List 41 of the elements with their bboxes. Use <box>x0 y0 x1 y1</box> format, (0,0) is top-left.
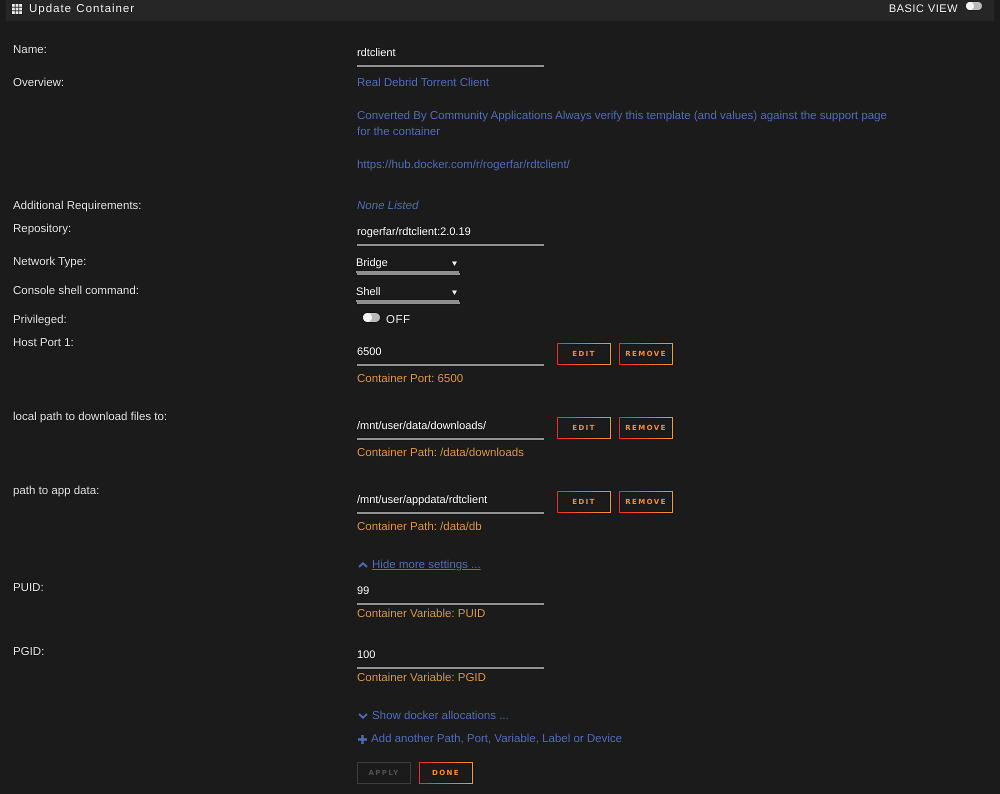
field-label: local path to download files to: <box>13 410 168 424</box>
text-input[interactable]: rogerfar/rdtclient:2.0.19 <box>357 222 544 246</box>
field-label: Host Port 1: <box>13 336 74 350</box>
chevron-up-icon <box>358 562 368 568</box>
text-input[interactable]: /mnt/user/appdata/rdtclient <box>357 490 544 514</box>
requirements-note: None Listed <box>357 199 418 213</box>
text-input[interactable]: 99 <box>357 581 544 605</box>
container-mapping-text: Container Path: /data/downloads <box>357 446 524 460</box>
text-input[interactable]: 6500 <box>357 342 544 366</box>
container-variable-text: Container Variable: PUID <box>357 607 486 621</box>
description-text: https://hub.docker.com/r/rogerfar/rdtclient/ <box>357 158 570 173</box>
plus-icon <box>358 734 367 744</box>
description-text: Real Debrid Torrent Client <box>357 76 490 91</box>
field-label: Name: <box>13 43 47 57</box>
window-title: Update Container <box>29 3 136 15</box>
chevron-down-icon <box>358 713 368 719</box>
field-label: PUID: <box>13 581 44 595</box>
caret-icon <box>452 290 457 294</box>
toggle-switch[interactable] <box>363 313 380 322</box>
description-text: Converted By Community Applications Always verify this template (and values) against the support page for the container <box>357 109 888 140</box>
field-label: PGID: <box>13 645 44 659</box>
field-label: Overview: <box>13 76 64 90</box>
dropdown[interactable]: Bridge <box>356 255 459 273</box>
field-label: Console shell command: <box>13 284 139 298</box>
field-label: path to app data: <box>13 484 100 498</box>
container-mapping-text: Container Path: /data/db <box>357 520 482 534</box>
view-mode-label: BASIC VIEW <box>888 2 958 17</box>
grid-icon <box>12 4 22 14</box>
dropdown[interactable]: Shell <box>356 284 459 302</box>
container-mapping-text: Container Port: 6500 <box>357 372 464 386</box>
field-label: Privileged: <box>13 313 67 327</box>
view-toggle-switch[interactable] <box>966 2 982 10</box>
field-label: Additional Requirements: <box>13 199 142 213</box>
text-input[interactable]: /mnt/user/data/downloads/ <box>357 416 544 440</box>
text-input[interactable]: 100 <box>357 645 544 669</box>
container-variable-text: Container Variable: PGID <box>357 671 486 685</box>
field-label: Repository: <box>13 222 72 236</box>
field-label: Network Type: <box>13 255 86 269</box>
caret-icon <box>452 260 457 266</box>
text-input[interactable]: rdtclient <box>357 43 544 67</box>
switch-state-label: OFF <box>386 313 410 327</box>
